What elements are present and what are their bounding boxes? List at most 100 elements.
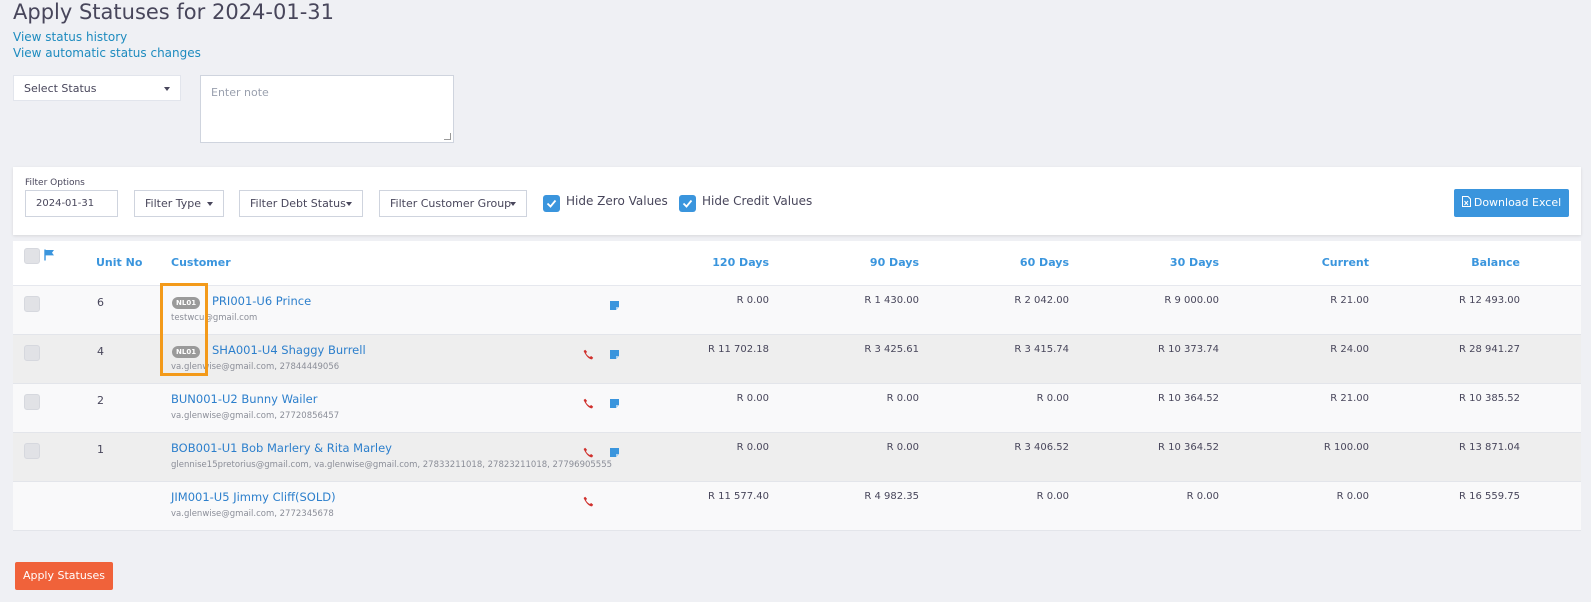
amount-balance: R 12 493.00 — [1458, 295, 1520, 306]
view-automatic-status-changes-link[interactable]: View automatic status changes — [13, 46, 201, 60]
hide-credit-values-label: Hide Credit Values — [702, 194, 813, 208]
amount-30-days: R 10 364.52 — [1157, 393, 1219, 404]
file-excel-icon — [1461, 196, 1471, 207]
note-icon[interactable] — [609, 296, 620, 315]
note-icon[interactable] — [609, 394, 620, 413]
header-balance[interactable]: Balance — [1471, 256, 1520, 269]
amount-120-days: R 11 702.18 — [707, 344, 769, 355]
amount-90-days: R 4 982.35 — [864, 491, 919, 502]
unit-no: 6 — [97, 296, 104, 309]
amount-120-days: R 0.00 — [736, 393, 769, 404]
page-title: Apply Statuses for 2024-01-31 — [13, 0, 335, 24]
customer-contact: va.glenwise@gmail.com, 2772345678 — [171, 509, 334, 519]
chevron-down-icon — [510, 202, 516, 206]
filter-type-dropdown[interactable]: Filter Type — [134, 190, 224, 217]
filter-type-label: Filter Type — [145, 197, 202, 210]
amount-90-days: R 1 430.00 — [864, 295, 919, 306]
resize-handle-icon[interactable] — [444, 133, 451, 140]
filter-options-label: Filter Options — [25, 178, 85, 188]
customer-contact: glennise15pretorius@gmail.com, va.glenwi… — [171, 460, 613, 470]
select-status-label: Select Status — [24, 82, 97, 95]
aging-table: Unit No Customer 120 Days 90 Days 60 Day… — [13, 241, 1581, 531]
row-checkbox[interactable] — [24, 394, 40, 410]
download-excel-label: Download Excel — [1473, 196, 1562, 209]
chevron-down-icon — [207, 202, 213, 206]
amount-30-days: R 0.00 — [1186, 491, 1219, 502]
amount-90-days: R 0.00 — [886, 393, 919, 404]
row-checkbox[interactable] — [24, 345, 40, 361]
table-header: Unit No Customer 120 Days 90 Days 60 Day… — [13, 241, 1581, 286]
unit-no: 1 — [97, 443, 104, 456]
amount-current: R 21.00 — [1330, 393, 1369, 404]
customer-link[interactable]: BOB001-U1 Bob Marlery & Rita Marley — [171, 441, 392, 455]
customer-link[interactable]: BUN001-U2 Bunny Wailer — [171, 392, 318, 406]
amount-current: R 0.00 — [1336, 491, 1369, 502]
amount-120-days: R 0.00 — [736, 295, 769, 306]
phone-icon[interactable] — [583, 492, 594, 511]
amount-balance: R 28 941.27 — [1458, 344, 1520, 355]
header-30-days[interactable]: 30 Days — [1170, 256, 1219, 269]
customer-contact: va.glenwise@gmail.com, 27720856457 — [171, 411, 340, 421]
filter-customer-group-dropdown[interactable]: Filter Customer Group — [379, 190, 527, 217]
header-customer[interactable]: Customer — [171, 256, 231, 269]
row-checkbox[interactable] — [24, 443, 40, 459]
highlight-box — [160, 283, 208, 376]
amount-90-days: R 3 425.61 — [864, 344, 919, 355]
filter-debt-status-dropdown[interactable]: Filter Debt Status — [239, 190, 363, 217]
row-checkbox[interactable] — [24, 296, 40, 312]
phone-icon[interactable] — [583, 443, 594, 462]
header-unit-no[interactable]: Unit No — [96, 256, 142, 269]
amount-30-days: R 10 373.74 — [1157, 344, 1219, 355]
customer-link[interactable]: PRI001-U6 Prince — [212, 294, 311, 308]
amount-60-days: R 0.00 — [1036, 393, 1069, 404]
amount-30-days: R 10 364.52 — [1157, 442, 1219, 453]
table-row: 4 NL01 SHA001-U4 Shaggy Burrell va.glenw… — [13, 335, 1581, 384]
customer-link[interactable]: JIM001-U5 Jimmy Cliff(SOLD) — [171, 490, 336, 504]
note-icon[interactable] — [609, 443, 620, 462]
amount-120-days: R 11 577.40 — [707, 491, 769, 502]
table-row: 2 BUN001-U2 Bunny Wailer va.glenwise@gma… — [13, 384, 1581, 433]
table-row: 6 NL01 PRI001-U6 Prince testwcu@gmail.co… — [13, 286, 1581, 335]
filter-debt-status-label: Filter Debt Status — [250, 197, 346, 210]
check-icon — [682, 199, 693, 208]
note-textarea[interactable]: Enter note — [200, 75, 454, 143]
amount-current: R 21.00 — [1330, 295, 1369, 306]
flag-icon[interactable] — [44, 249, 55, 261]
unit-no: 4 — [97, 345, 104, 358]
table-row: JIM001-U5 Jimmy Cliff(SOLD) va.glenwise@… — [13, 482, 1581, 531]
filter-panel: Filter Options 2024-01-31 Filter Type Fi… — [13, 167, 1581, 235]
select-status-dropdown[interactable]: Select Status — [13, 75, 181, 101]
hide-credit-values-checkbox[interactable] — [679, 195, 696, 212]
hide-zero-values-label: Hide Zero Values — [566, 194, 668, 208]
filter-customer-group-label: Filter Customer Group — [390, 197, 512, 210]
chevron-down-icon — [164, 87, 170, 91]
unit-no: 2 — [97, 394, 104, 407]
view-status-history-link[interactable]: View status history — [13, 30, 127, 44]
phone-icon[interactable] — [583, 345, 594, 364]
phone-icon[interactable] — [583, 394, 594, 413]
download-excel-button[interactable]: Download Excel — [1454, 189, 1569, 217]
amount-90-days: R 0.00 — [886, 442, 919, 453]
amount-120-days: R 0.00 — [736, 442, 769, 453]
header-120-days[interactable]: 120 Days — [712, 256, 769, 269]
check-icon — [546, 199, 557, 208]
select-all-checkbox[interactable] — [24, 248, 40, 264]
note-placeholder: Enter note — [211, 86, 269, 99]
header-90-days[interactable]: 90 Days — [870, 256, 919, 269]
amount-balance: R 16 559.75 — [1458, 491, 1520, 502]
header-60-days[interactable]: 60 Days — [1020, 256, 1069, 269]
chevron-down-icon — [346, 202, 352, 206]
table-row: 1 BOB001-U1 Bob Marlery & Rita Marley gl… — [13, 433, 1581, 482]
amount-60-days: R 2 042.00 — [1014, 295, 1069, 306]
apply-statuses-button[interactable]: Apply Statuses — [15, 562, 113, 590]
customer-link[interactable]: SHA001-U4 Shaggy Burrell — [212, 343, 366, 357]
amount-current: R 100.00 — [1323, 442, 1369, 453]
date-filter-input[interactable]: 2024-01-31 — [25, 190, 118, 217]
amount-30-days: R 9 000.00 — [1164, 295, 1219, 306]
amount-balance: R 13 871.04 — [1458, 442, 1520, 453]
amount-current: R 24.00 — [1330, 344, 1369, 355]
note-icon[interactable] — [609, 345, 620, 364]
amount-60-days: R 3 406.52 — [1014, 442, 1069, 453]
hide-zero-values-checkbox[interactable] — [543, 195, 560, 212]
header-current[interactable]: Current — [1322, 256, 1369, 269]
